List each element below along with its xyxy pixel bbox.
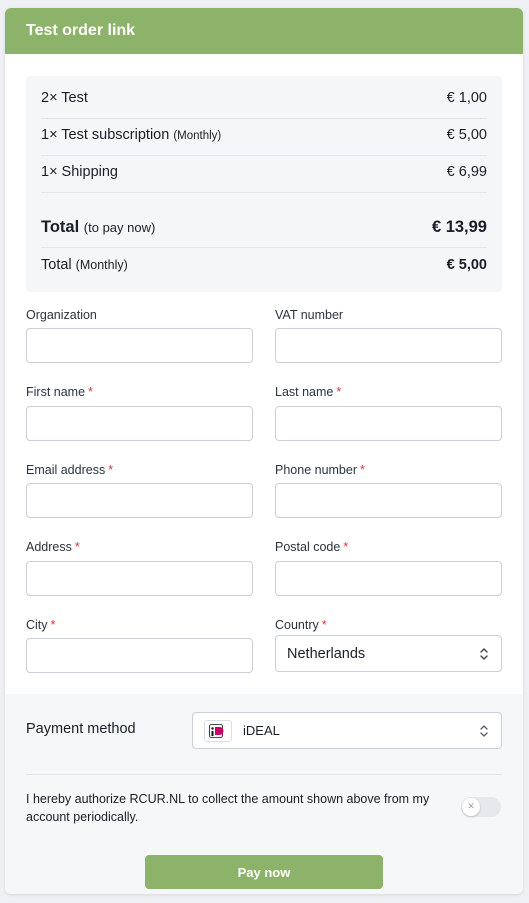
total-qualifier: (to pay now) — [83, 220, 156, 235]
last-name-label: Last name * — [275, 385, 342, 399]
required-mark: * — [88, 385, 93, 399]
payment-method-value: iDEAL — [243, 723, 280, 738]
toggle-knob: ✕ — [462, 798, 480, 816]
required-mark: * — [336, 385, 342, 399]
required-mark: * — [74, 540, 80, 554]
address-label: Address * — [26, 540, 80, 554]
ideal-logo-icon — [204, 719, 232, 742]
item-label: 1× Shipping — [41, 164, 118, 180]
vat-label: VAT number — [275, 308, 344, 322]
first-name-input[interactable] — [26, 406, 253, 441]
divider — [41, 247, 487, 248]
required-mark: * — [360, 463, 365, 477]
total-label: Total — [41, 218, 80, 236]
city-label: City * — [26, 618, 56, 632]
item-period: (Monthly) — [173, 130, 222, 142]
phone-input[interactable] — [275, 483, 502, 518]
summary-line: 1× Test subscription (Monthly) € 5,00 — [41, 127, 487, 143]
chevron-updown-icon — [480, 724, 488, 737]
postal-code-label: Postal code * — [275, 540, 349, 554]
last-name-input[interactable] — [275, 406, 502, 441]
order-summary: 2× Test € 1,00 1× Test subscription (Mon… — [26, 76, 502, 292]
item-price: € 6,99 — [446, 164, 487, 180]
item-label: 2× Test — [41, 90, 88, 106]
total-recurring-line: Total (Monthly) € 5,00 — [41, 257, 487, 273]
page-title: Test order link — [26, 22, 136, 39]
item-price: € 5,00 — [446, 127, 487, 143]
address-input[interactable] — [26, 561, 253, 596]
total-amount: € 13,99 — [431, 218, 487, 236]
item-price: € 1,00 — [446, 90, 487, 106]
vat-input[interactable] — [275, 328, 502, 363]
recurring-qualifier: (Monthly) — [75, 258, 128, 272]
email-label: Email address * — [26, 463, 114, 477]
required-mark: * — [108, 463, 114, 477]
city-input[interactable] — [26, 638, 253, 673]
summary-line: 1× Shipping € 6,99 — [41, 164, 487, 180]
country-label: Country * — [275, 618, 327, 632]
order-card: Test order link 2× Test € 1,00 1× Test s… — [5, 8, 523, 894]
country-value: Netherlands — [287, 645, 366, 662]
pay-now-button[interactable]: Pay now — [145, 855, 383, 889]
authorization-text: I hereby authorize RCUR.NL to collect th… — [26, 792, 430, 824]
email-input[interactable] — [26, 483, 253, 518]
divider — [26, 774, 502, 775]
total-now-line: Total (to pay now) € 13,99 — [41, 218, 487, 237]
organization-input[interactable] — [26, 328, 253, 363]
phone-label: Phone number * — [275, 463, 365, 477]
payment-method-select[interactable]: iDEAL — [192, 712, 502, 749]
chevron-updown-icon — [480, 647, 488, 660]
authorization-toggle[interactable]: ✕ — [461, 797, 501, 817]
recurring-label: Total — [41, 257, 72, 273]
divider — [41, 192, 487, 193]
summary-line: 2× Test € 1,00 — [41, 90, 487, 106]
required-mark: * — [321, 618, 327, 632]
payment-footer: Payment method iDEAL I hereby authorize … — [5, 694, 523, 894]
postal-code-input[interactable] — [275, 561, 502, 596]
payment-method-label: Payment method — [26, 721, 136, 737]
recurring-amount: € 5,00 — [446, 257, 487, 273]
required-mark: * — [343, 540, 349, 554]
item-label: 1× Test subscription — [41, 127, 170, 143]
required-mark: * — [50, 618, 56, 632]
header: Test order link — [5, 8, 523, 54]
divider — [41, 155, 487, 156]
country-select[interactable]: Netherlands — [275, 635, 502, 672]
first-name-label: First name * — [26, 385, 93, 399]
organization-label: Organization — [26, 308, 97, 322]
divider — [41, 118, 487, 119]
close-icon: ✕ — [467, 802, 475, 812]
